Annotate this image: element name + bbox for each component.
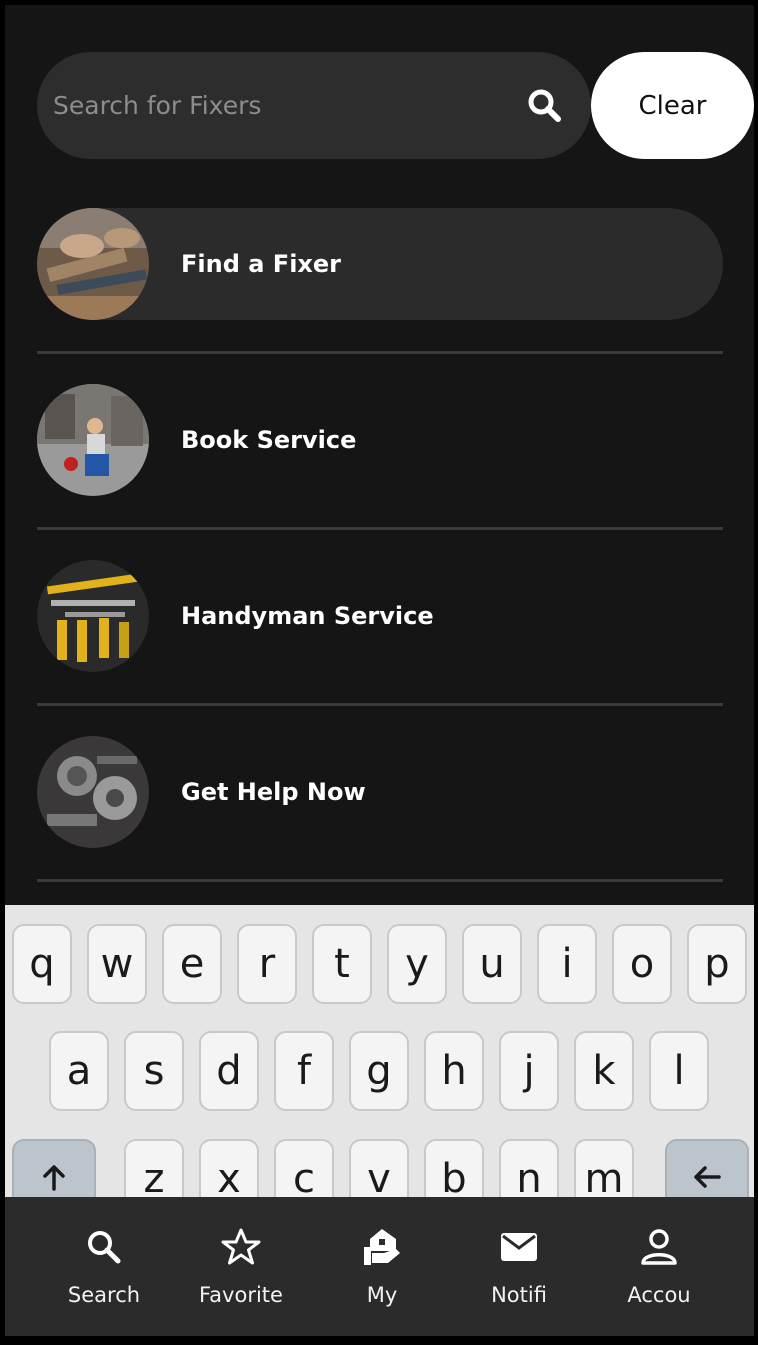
key-z[interactable]: z <box>124 1139 184 1201</box>
backspace-key[interactable] <box>665 1139 749 1201</box>
key-r[interactable]: r <box>237 924 297 1004</box>
key-c[interactable]: c <box>274 1139 334 1201</box>
bottom-tab-bar: Search Favorite My Notifi Accou <box>5 1197 754 1336</box>
key-v[interactable]: v <box>349 1139 409 1201</box>
key-k[interactable]: k <box>574 1031 634 1111</box>
key-l[interactable]: l <box>649 1031 709 1111</box>
divider <box>37 703 723 706</box>
app-screen: Clear Find a Fixer <box>5 5 754 1336</box>
search-icon[interactable] <box>525 86 565 126</box>
tab-label: Accou <box>627 1283 691 1307</box>
key-m[interactable]: m <box>574 1139 634 1201</box>
tab-account[interactable]: Accou <box>599 1197 719 1336</box>
arrow-up-icon <box>39 1156 69 1201</box>
key-a[interactable]: a <box>49 1031 109 1111</box>
handyman-service-image <box>37 560 149 672</box>
menu-item-label: Handyman Service <box>181 602 434 630</box>
menu-item-handyman-service[interactable]: Handyman Service <box>37 560 723 672</box>
key-y[interactable]: y <box>387 924 447 1004</box>
search-input[interactable] <box>53 52 513 159</box>
tab-favorite[interactable]: Favorite <box>181 1197 301 1336</box>
on-screen-keyboard: q w e r t y u i o p a s d f g h j k l z … <box>5 905 754 1201</box>
key-s[interactable]: s <box>124 1031 184 1111</box>
person-icon <box>639 1227 679 1267</box>
key-p[interactable]: p <box>687 924 747 1004</box>
tab-search[interactable]: Search <box>44 1197 164 1336</box>
key-w[interactable]: w <box>87 924 147 1004</box>
tab-label: Favorite <box>199 1283 283 1307</box>
key-g[interactable]: g <box>349 1031 409 1111</box>
menu-item-get-help-now[interactable]: Get Help Now <box>37 736 723 848</box>
mail-icon <box>499 1227 539 1267</box>
menu-item-label: Find a Fixer <box>181 250 342 278</box>
star-icon <box>221 1227 261 1267</box>
key-t[interactable]: t <box>312 924 372 1004</box>
hand-house-icon <box>362 1227 402 1267</box>
tab-label: Search <box>67 1283 141 1307</box>
get-help-now-image <box>37 736 149 848</box>
clear-button[interactable]: Clear <box>591 52 754 159</box>
key-o[interactable]: o <box>612 924 672 1004</box>
menu-item-book-service[interactable]: Book Service <box>37 384 723 496</box>
tab-label: Notifi <box>491 1283 547 1307</box>
key-d[interactable]: d <box>199 1031 259 1111</box>
divider <box>37 527 723 530</box>
book-service-image <box>37 384 149 496</box>
find-a-fixer-image <box>37 208 149 320</box>
shift-key[interactable] <box>12 1139 96 1201</box>
menu-item-find-a-fixer[interactable]: Find a Fixer <box>37 208 723 320</box>
menu-item-label: Get Help Now <box>181 778 366 806</box>
key-h[interactable]: h <box>424 1031 484 1111</box>
divider <box>37 351 723 354</box>
key-x[interactable]: x <box>199 1139 259 1201</box>
divider <box>37 879 723 882</box>
key-n[interactable]: n <box>499 1139 559 1201</box>
tab-notifications[interactable]: Notifi <box>459 1197 579 1336</box>
key-i[interactable]: i <box>537 924 597 1004</box>
key-j[interactable]: j <box>499 1031 559 1111</box>
search-icon <box>84 1227 124 1267</box>
key-f[interactable]: f <box>274 1031 334 1111</box>
tab-my[interactable]: My <box>322 1197 442 1336</box>
tab-label: My <box>366 1283 398 1307</box>
search-bar <box>37 52 591 159</box>
key-q[interactable]: q <box>12 924 72 1004</box>
menu-item-label: Book Service <box>181 426 357 454</box>
key-b[interactable]: b <box>424 1139 484 1201</box>
arrow-left-icon <box>692 1156 722 1201</box>
key-e[interactable]: e <box>162 924 222 1004</box>
key-u[interactable]: u <box>462 924 522 1004</box>
